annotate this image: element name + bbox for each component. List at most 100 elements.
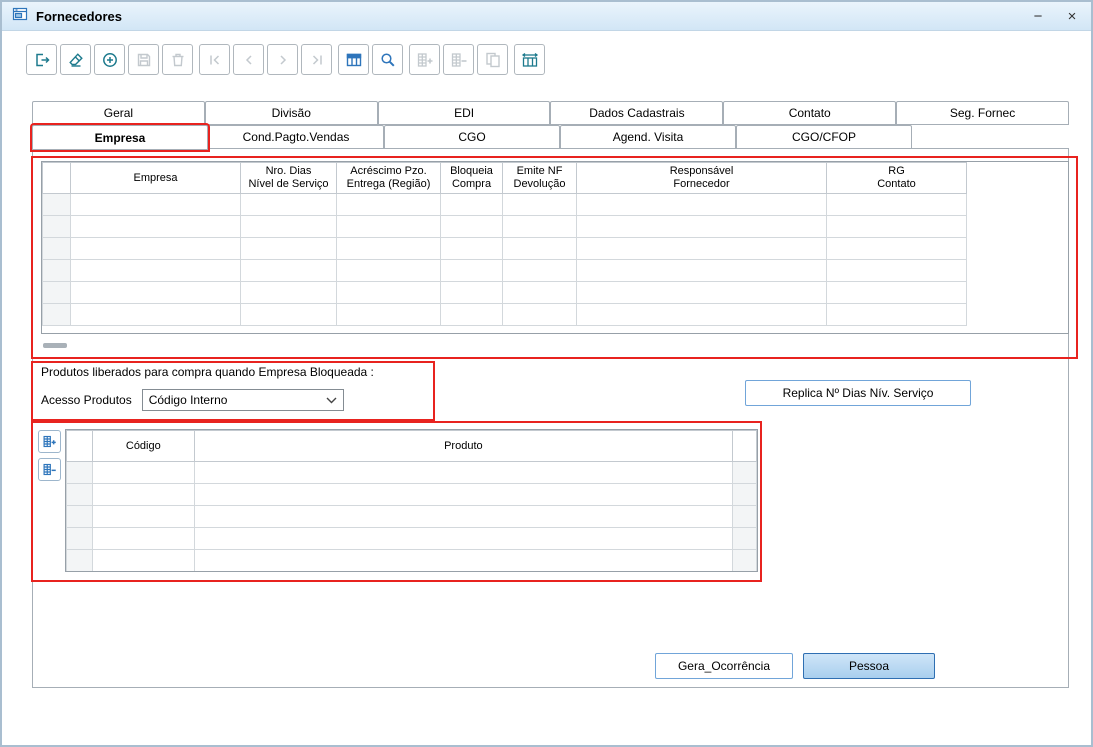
grid-end-cell[interactable] xyxy=(732,505,757,528)
grid-cell[interactable] xyxy=(502,303,577,326)
grid-cell[interactable] xyxy=(826,259,967,282)
grid-cell[interactable] xyxy=(240,193,337,216)
tab-empresa[interactable]: Empresa xyxy=(32,125,208,150)
tab-edi[interactable]: EDI xyxy=(377,101,551,125)
grid-cell[interactable] xyxy=(576,303,827,326)
product-grid-row[interactable] xyxy=(66,461,757,484)
grid-cell[interactable] xyxy=(826,281,967,304)
grid-cell[interactable] xyxy=(193,527,734,550)
grid-cell[interactable] xyxy=(336,237,441,260)
grid-cell[interactable] xyxy=(193,505,734,528)
grid-cell[interactable] xyxy=(70,303,241,326)
grid-config-button[interactable] xyxy=(514,44,545,75)
tab-seg-fornec[interactable]: Seg. Fornec xyxy=(896,101,1069,125)
grid-cell[interactable] xyxy=(70,259,241,282)
grid-cell[interactable] xyxy=(240,259,337,282)
grid-view-button[interactable] xyxy=(338,44,369,75)
row-selector-cell[interactable] xyxy=(42,237,71,260)
grid-cell[interactable] xyxy=(336,303,441,326)
row-selector-cell[interactable] xyxy=(42,281,71,304)
empresa-grid-row[interactable] xyxy=(42,281,967,304)
grid-cell[interactable] xyxy=(826,215,967,238)
grid-cell[interactable] xyxy=(502,215,577,238)
exit-button[interactable] xyxy=(26,44,57,75)
tab-dados-cadastrais[interactable]: Dados Cadastrais xyxy=(550,101,724,125)
empresa-grid-row[interactable] xyxy=(42,237,967,260)
grid-cell[interactable] xyxy=(91,505,195,528)
row-selector-cell[interactable] xyxy=(67,572,93,573)
grid-cell[interactable] xyxy=(826,237,967,260)
product-grid-row[interactable] xyxy=(66,527,757,550)
grid-cell[interactable] xyxy=(240,303,337,326)
empresa-grid-row[interactable] xyxy=(42,259,967,282)
product-row-remove-button[interactable] xyxy=(38,458,61,481)
grid-cell[interactable] xyxy=(336,215,441,238)
tab-cgo[interactable]: CGO xyxy=(384,125,560,149)
grid-cell[interactable] xyxy=(336,281,441,304)
grid-cell[interactable] xyxy=(576,259,827,282)
grid-cell[interactable] xyxy=(440,193,503,216)
grid-cell[interactable] xyxy=(70,215,241,238)
row-selector-cell[interactable] xyxy=(66,505,93,528)
row-selector-cell[interactable] xyxy=(42,193,71,216)
tab-geral[interactable]: Geral xyxy=(32,101,205,125)
grid-cell[interactable] xyxy=(576,237,827,260)
grid-cell[interactable] xyxy=(240,281,337,304)
grid-cell[interactable] xyxy=(70,281,241,304)
grid-cell[interactable] xyxy=(240,215,337,238)
add-record-button[interactable] xyxy=(94,44,125,75)
grid-cell[interactable] xyxy=(193,549,734,571)
grid-cell[interactable] xyxy=(92,572,194,573)
grid-cell[interactable] xyxy=(193,483,734,506)
replica-dias-nivel-servico-button[interactable]: Replica Nº Dias Nív. Serviço xyxy=(745,380,971,406)
product-grid-row[interactable] xyxy=(66,483,757,506)
grid-cell[interactable] xyxy=(240,237,337,260)
grid-cell[interactable] xyxy=(70,193,241,216)
empresa-grid-row[interactable] xyxy=(42,215,967,238)
tab-agend-visita[interactable]: Agend. Visita xyxy=(560,125,736,149)
grid-cell[interactable] xyxy=(502,259,577,282)
grid-cell[interactable] xyxy=(440,215,503,238)
grid-cell[interactable] xyxy=(576,193,827,216)
grid-cell[interactable] xyxy=(576,215,827,238)
grid-cell[interactable] xyxy=(576,281,827,304)
grid-end-cell[interactable] xyxy=(732,461,757,484)
grid-cell[interactable] xyxy=(91,549,195,571)
horizontal-scrollbar-thumb[interactable] xyxy=(43,343,67,348)
grid-cell[interactable] xyxy=(194,572,732,573)
row-selector-cell[interactable] xyxy=(42,303,71,326)
grid-cell[interactable] xyxy=(336,193,441,216)
empresa-grid-row[interactable] xyxy=(42,193,967,216)
product-grid-row[interactable] xyxy=(66,549,757,571)
grid-cell[interactable] xyxy=(440,259,503,282)
grid-cell[interactable] xyxy=(826,303,967,326)
minimize-button[interactable]: − xyxy=(1029,2,1047,31)
grid-cell[interactable] xyxy=(440,237,503,260)
close-button[interactable]: × xyxy=(1063,2,1081,31)
tab-cgo-cfop[interactable]: CGO/CFOP xyxy=(736,125,912,149)
product-grid-row[interactable] xyxy=(67,572,757,573)
search-button[interactable] xyxy=(372,44,403,75)
row-selector-cell[interactable] xyxy=(66,461,93,484)
clear-button[interactable] xyxy=(60,44,91,75)
product-row-add-button[interactable] xyxy=(38,430,61,453)
grid-end-cell[interactable] xyxy=(733,572,757,573)
grid-cell[interactable] xyxy=(440,303,503,326)
row-selector-cell[interactable] xyxy=(42,259,71,282)
grid-cell[interactable] xyxy=(91,527,195,550)
row-selector-cell[interactable] xyxy=(66,549,93,571)
grid-cell[interactable] xyxy=(91,483,195,506)
grid-cell[interactable] xyxy=(91,461,195,484)
grid-end-cell[interactable] xyxy=(732,483,757,506)
gera-ocorrencia-button[interactable]: Gera_Ocorrência xyxy=(655,653,793,679)
grid-cell[interactable] xyxy=(440,281,503,304)
grid-cell[interactable] xyxy=(826,193,967,216)
empresa-grid-row[interactable] xyxy=(42,303,967,326)
tab-divis-o[interactable]: Divisão xyxy=(204,101,378,125)
tab-cond-pagto-vendas[interactable]: Cond.Pagto.Vendas xyxy=(208,125,384,149)
grid-cell[interactable] xyxy=(502,237,577,260)
grid-cell[interactable] xyxy=(336,259,441,282)
grid-cell[interactable] xyxy=(502,281,577,304)
row-selector-cell[interactable] xyxy=(66,483,93,506)
grid-cell[interactable] xyxy=(70,237,241,260)
